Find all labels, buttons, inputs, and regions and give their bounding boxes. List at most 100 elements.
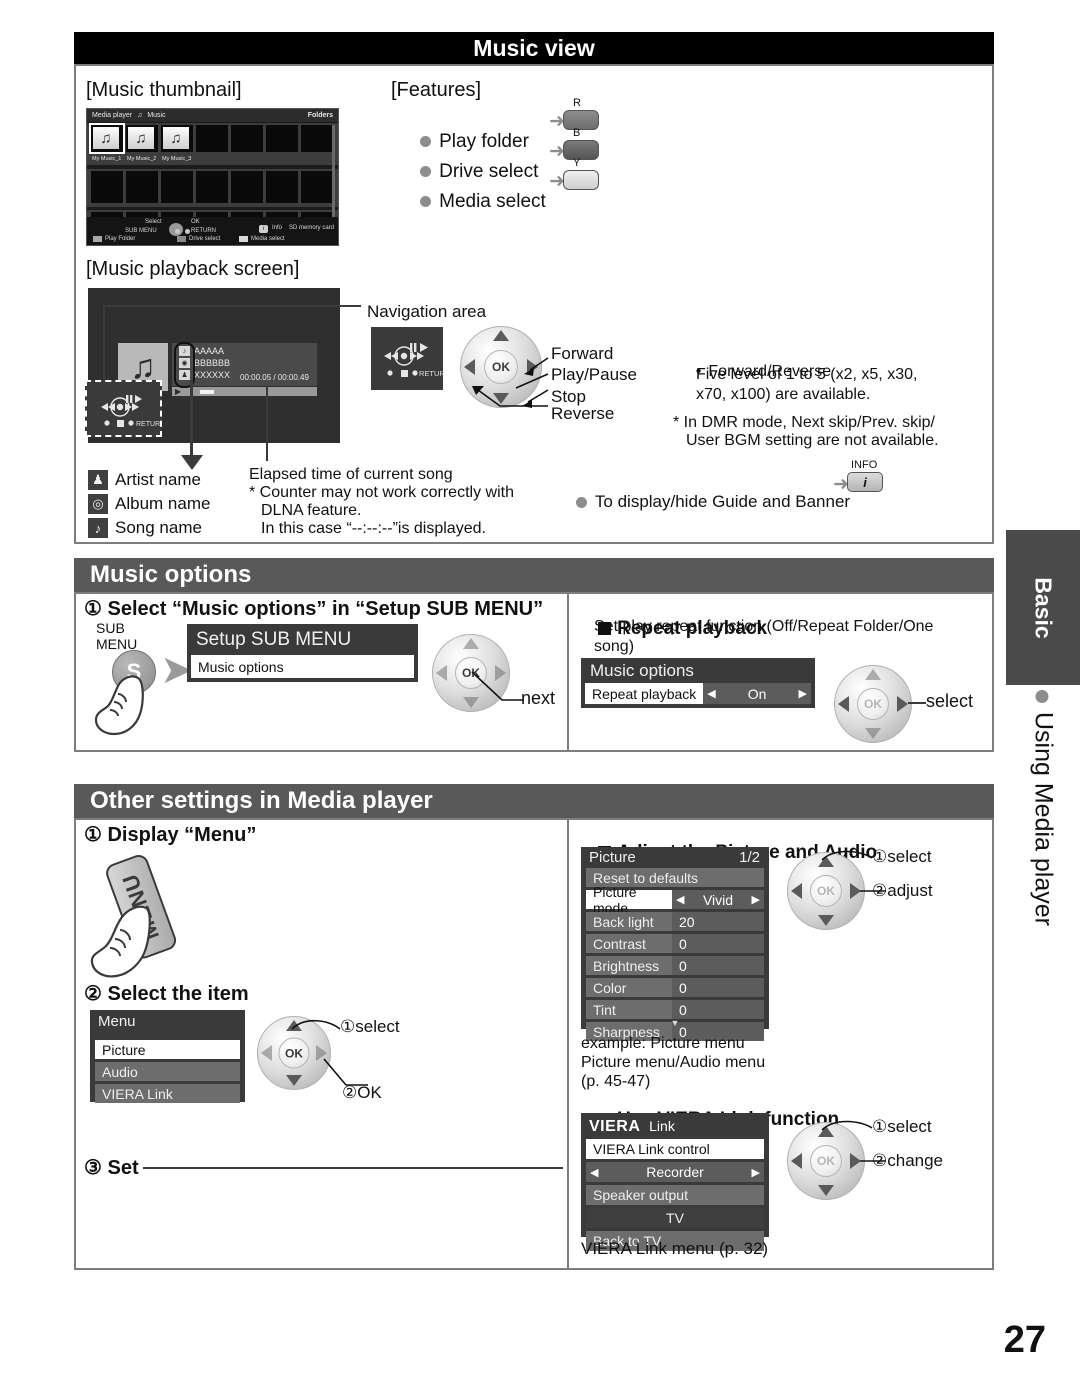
music-playback-caption: [Music playback screen] [86, 258, 300, 280]
guide-banner-text: To display/hide Guide and Banner [594, 492, 851, 511]
album-name-icon: ◎ [88, 494, 108, 514]
elapsed-note-line3: In this case “--:--:--”is displayed. [261, 520, 486, 537]
guide-banner-note: To display/hide Guide and Banner [557, 472, 850, 532]
leader-line-legend [190, 380, 193, 462]
dpad-left-arrow-icon[interactable] [791, 883, 802, 899]
thumb-tile-5[interactable] [266, 125, 298, 152]
thumb-tile-8[interactable] [126, 171, 158, 203]
side-tab-label: Basic [1030, 576, 1057, 639]
music-thumbnail-caption: [Music thumbnail] [86, 79, 242, 101]
picture-row-picture-mode[interactable]: Picture mode ◀ Vivid ▶ [586, 884, 764, 916]
color-value: 0 [672, 978, 764, 997]
thumb-tile-6[interactable] [301, 125, 333, 152]
music-note-icon: ♫ [93, 127, 119, 149]
dpad-down-arrow-icon[interactable] [818, 1185, 834, 1196]
viera-row-control[interactable]: VIERA Link control [586, 1139, 764, 1159]
red-color-key-button[interactable] [563, 110, 599, 130]
repeat-desc-line1: Set play repeat function (Off/Repeat Fol… [594, 618, 934, 635]
repeat-playback-label: Repeat playback [585, 683, 704, 704]
guide-memory: SD memory card [288, 225, 334, 231]
features-caption: [Features] [391, 79, 482, 101]
menu-row-audio[interactable]: Audio [95, 1062, 240, 1081]
ok-button[interactable]: OK [857, 688, 889, 720]
thumb-tile-2[interactable]: ♫ My Music_3 [161, 125, 193, 162]
picture-row-reset[interactable]: Reset to defaults [586, 868, 764, 887]
picture-row-brightness[interactable]: Brightness 0 [586, 956, 764, 975]
setup-sub-menu-row-music-options[interactable]: Music options [191, 655, 414, 678]
info-key-top-label: INFO [851, 459, 878, 471]
thumb-tile-10[interactable] [196, 171, 228, 203]
right-arrow-icon[interactable]: ▶ [799, 687, 807, 700]
music-note-icon: ♫ [163, 127, 189, 149]
music-playback-screen: ♫ ♪ ◉ ♟ AAAAA BBBBBB XXXXXX 00:00.05 / 0… [85, 288, 340, 443]
music-note-icon: ♫ [137, 112, 143, 119]
feature-item-media-select: Media select [399, 169, 546, 235]
thumb-tile-9[interactable] [161, 171, 193, 203]
dpad-leader-lines [472, 357, 549, 408]
right-arrow-icon[interactable]: ▶ [752, 1166, 760, 1179]
repeat-playback-setting-row[interactable]: Repeat playback ◀ On ▶ [585, 683, 811, 704]
picture-caption-2: Picture menu/Audio menu [581, 1054, 766, 1071]
picture-mode-value-field[interactable]: ◀ Vivid ▶ [672, 890, 764, 909]
thumb-tile-1[interactable]: ♫ My Music_2 [126, 125, 158, 162]
thumb-tile-13[interactable] [301, 171, 333, 203]
dpad-down-arrow-icon[interactable] [865, 728, 881, 739]
dpad-left-arrow-icon[interactable] [436, 665, 447, 681]
thumb-tile-11[interactable] [231, 171, 263, 203]
viera-row-speaker-output[interactable]: Speaker output [586, 1185, 764, 1205]
dpad-label-forward: Forward [551, 344, 614, 363]
playback-progress-bar[interactable]: ▶ [172, 387, 317, 396]
leader-line-next [471, 671, 524, 701]
left-arrow-icon[interactable]: ◀ [676, 893, 684, 906]
dpad-up-arrow-icon[interactable] [865, 669, 881, 680]
pointing-hand-icon [94, 675, 144, 736]
menu-osd: Menu Picture Audio VIERA Link [90, 1010, 245, 1103]
music-options-title: Music options [90, 561, 252, 588]
menu-row-picture[interactable]: Picture [95, 1040, 240, 1059]
thumb-tile-7[interactable] [91, 171, 123, 203]
yellow-color-key-button[interactable] [563, 170, 599, 190]
thumb-app-label: Media player [92, 112, 133, 119]
picture-row-tint[interactable]: Tint 0 [586, 1000, 764, 1019]
right-arrow-icon[interactable]: ▶ [752, 893, 760, 906]
repeat-playback-value-field[interactable]: ◀ On ▶ [703, 683, 811, 704]
viera-link-osd: VIERA Link VIERA Link control ◀ Recorder… [581, 1113, 769, 1251]
note-dmr-line1: * In DMR mode, Next skip/Prev. skip/ [673, 414, 935, 431]
blue-color-key-button[interactable] [563, 140, 599, 160]
left-arrow-icon[interactable]: ◀ [590, 1166, 598, 1179]
dpad-left-arrow-icon[interactable] [791, 1153, 802, 1169]
picture-row-contrast[interactable]: Contrast 0 [586, 934, 764, 953]
dpad-up-arrow-icon[interactable] [463, 638, 479, 649]
viera-row-tv-value[interactable]: TV [586, 1208, 764, 1228]
viera-recorder-value-field[interactable]: ◀ Recorder ▶ [586, 1162, 764, 1182]
select-label-repeat: select [926, 691, 974, 711]
thumb-tile-12[interactable] [266, 171, 298, 203]
thumb-tile-3[interactable] [196, 125, 228, 152]
link-logo-text: Link [649, 1118, 675, 1134]
bullet-dot-icon [1035, 690, 1049, 703]
scroll-down-indicator-icon[interactable]: ▼ [671, 1018, 680, 1028]
viera-hint-select: ①select [872, 1117, 932, 1136]
menu-row-viera-link[interactable]: VIERA Link [95, 1084, 240, 1103]
viera-row-recorder[interactable]: ◀ Recorder ▶ [586, 1162, 764, 1182]
thumb-tile-0[interactable]: ♫ My Music_1 [89, 123, 125, 162]
back-light-label: Back light [586, 912, 672, 931]
guide-dot-icon [185, 229, 190, 234]
picture-row-color[interactable]: Color 0 [586, 978, 764, 997]
dpad-left-arrow-icon[interactable] [261, 1045, 272, 1061]
dpad-right-arrow-icon[interactable] [897, 696, 908, 712]
info-button[interactable]: i [847, 472, 883, 492]
dpad-label-play-pause: Play/Pause [551, 365, 637, 384]
picture-menu-osd: Picture 1/2 Reset to defaults Picture mo… [581, 847, 769, 1041]
dpad-repeat-select[interactable]: OK [834, 665, 912, 743]
dpad-down-arrow-icon[interactable] [818, 915, 834, 926]
picture-row-back-light[interactable]: Back light 20 [586, 912, 764, 931]
dpad-left-arrow-icon[interactable] [838, 696, 849, 712]
music-note-icon: ♫ [128, 127, 154, 149]
progress-knob[interactable] [200, 389, 214, 394]
step3-rule-line [143, 1167, 563, 1169]
thumb-tile-4[interactable] [231, 125, 263, 152]
artist-name-icon: ♟ [88, 470, 108, 490]
leader-line-navigation [103, 305, 361, 307]
left-arrow-icon[interactable]: ◀ [707, 687, 715, 700]
